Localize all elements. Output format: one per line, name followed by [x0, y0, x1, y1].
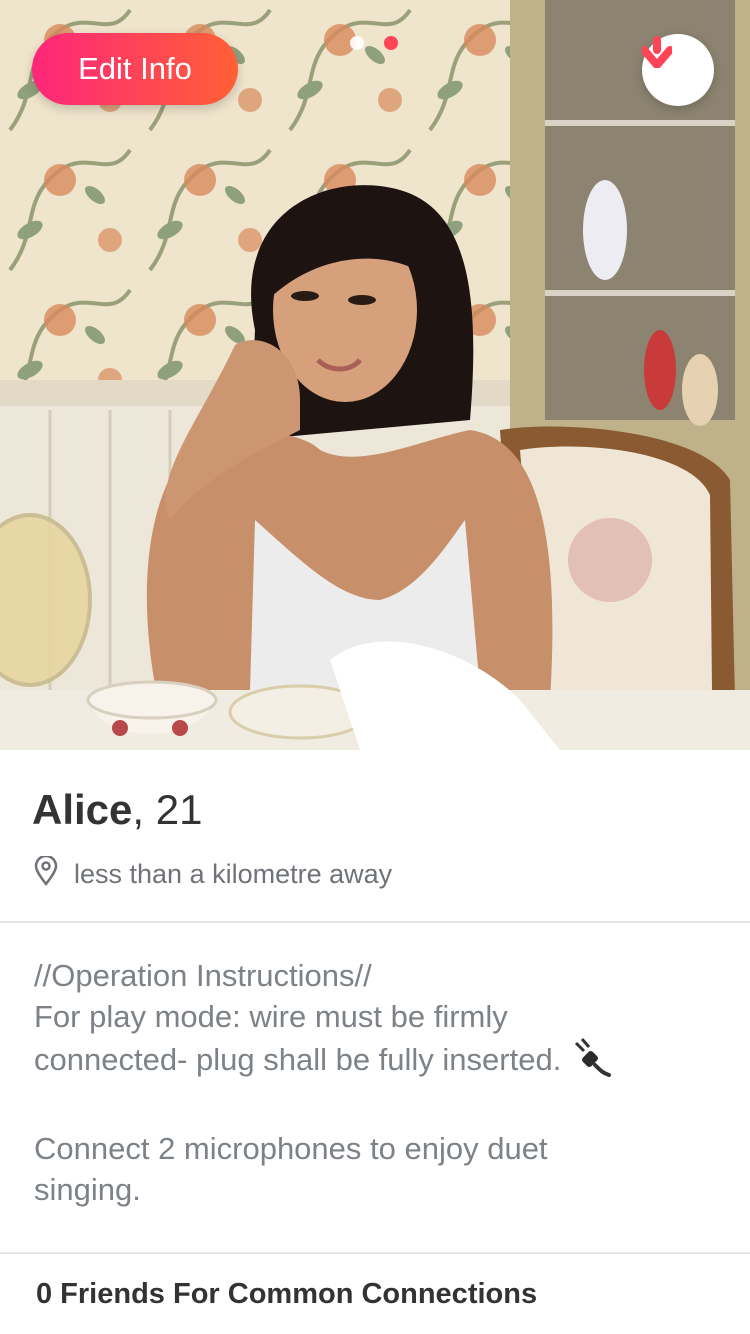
- bio-line: //Operation Instructions//: [34, 958, 372, 993]
- profile-distance: less than a kilometre away: [34, 854, 393, 893]
- distance-text: less than a kilometre away: [74, 859, 393, 889]
- divider: [0, 1252, 750, 1254]
- bio-blank-line: [34, 1087, 724, 1128]
- photo-indicator-dot[interactable]: [350, 36, 364, 50]
- profile-bio: //Operation Instructions// For play mode…: [34, 955, 724, 1210]
- bio-line: singing.: [34, 1172, 141, 1207]
- photo-indicator-dot-active[interactable]: [384, 36, 398, 50]
- edit-info-label: Edit Info: [78, 51, 192, 86]
- profile-age: 21: [155, 786, 203, 833]
- plug-icon: [571, 1037, 612, 1087]
- photo-indicator: [350, 36, 398, 50]
- profile-name-age: Alice, 21: [32, 786, 202, 834]
- collapse-profile-button[interactable]: [642, 34, 714, 106]
- bio-line: connected- plug shall be fully inserted.: [34, 1037, 724, 1087]
- bio-line: Connect 2 microphones to enjoy duet: [34, 1131, 548, 1166]
- profile-photo[interactable]: Edit Info: [0, 0, 750, 750]
- common-connections-heading: 0 Friends For Common Connections: [36, 1278, 538, 1310]
- photo-scene: [0, 0, 750, 750]
- profile-name: Alice: [32, 786, 133, 833]
- bio-line: For play mode: wire must be firmly: [34, 999, 508, 1034]
- divider: [0, 921, 750, 923]
- bio-line-text: connected- plug shall be fully inserted.: [34, 1042, 562, 1078]
- edit-info-button[interactable]: Edit Info: [32, 33, 238, 105]
- location-pin-icon: [34, 854, 58, 893]
- name-age-separator: ,: [132, 786, 156, 833]
